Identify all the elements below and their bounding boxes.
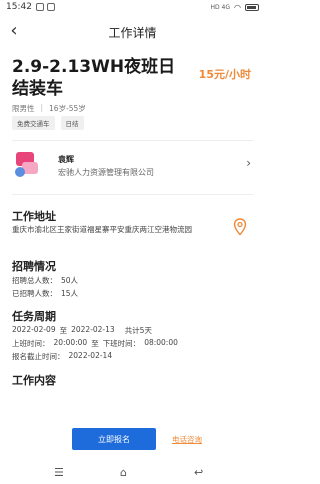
age-requirement: 16岁-55岁 [49, 104, 86, 113]
back-icon[interactable]: ↩ [194, 466, 203, 479]
period-start: 2022-02-09 [12, 325, 56, 334]
period-dates-row: 2022-02-09 至 2022-02-13 共计5天 [12, 325, 152, 336]
wifi-icon: ◠ [234, 3, 241, 12]
deadline-row: 报名截止时间： 2022-02-14 [12, 351, 112, 362]
home-icon[interactable]: ⌂ [120, 466, 127, 479]
divider [12, 140, 253, 141]
tag-item: 日结 [60, 116, 84, 130]
notification-icon [36, 3, 44, 11]
chevron-right-icon: › [246, 156, 251, 170]
company-card[interactable]: 袁辉 宏驰人力资源管理有限公司 › [12, 148, 253, 184]
divider [12, 194, 253, 195]
page-title: 工作详情 [108, 26, 157, 40]
period-to: 至 [91, 339, 99, 348]
job-requirements: 限男性 | 16岁-55岁 [12, 103, 86, 114]
system-nav-bar: ☰ ⌂ ↩ [0, 462, 265, 484]
location-pin-icon[interactable] [233, 218, 247, 236]
status-time: 15:42 [6, 2, 32, 12]
period-heading: 任务周期 [12, 310, 56, 323]
job-salary: 15元/小时 [198, 68, 251, 81]
on-time-value: 20:00:00 [53, 338, 88, 347]
on-time-label: 上班时间： [12, 339, 50, 348]
work-address-heading: 工作地址 [12, 210, 56, 223]
company-short-name: 袁辉 [58, 155, 74, 164]
period-end: 2022-02-13 [71, 325, 115, 334]
recruitment-heading: 招聘情况 [12, 260, 56, 273]
image-icon [47, 3, 55, 11]
phone-consult-link[interactable]: 电话咨询 [172, 434, 202, 445]
content-heading: 工作内容 [12, 374, 56, 387]
deadline-value: 2022-02-14 [68, 351, 113, 360]
period-days: 共计5天 [124, 326, 152, 335]
requirement-separator: | [40, 103, 44, 112]
apply-button[interactable]: 立即报名 [72, 428, 156, 450]
status-left-icons [36, 3, 55, 11]
recruit-total-row: 招聘总人数： 50人 [12, 275, 78, 286]
job-tags: 免费交通车 日结 [12, 116, 84, 130]
recruit-hired-row: 已招聘人数： 15人 [12, 288, 78, 299]
recruit-total-value: 50人 [61, 276, 79, 285]
recruit-hired-value: 15人 [61, 289, 79, 298]
period-to: 至 [59, 326, 68, 335]
status-bar: 15:42 HD 4G ◠ [0, 0, 265, 16]
company-full-name: 宏驰人力资源管理有限公司 [58, 168, 154, 177]
recruit-total-label: 招聘总人数： [12, 276, 57, 285]
off-time-label: 下班时间： [102, 339, 141, 348]
battery-icon [245, 4, 259, 11]
recruit-hired-label: 已招聘人数： [12, 289, 57, 298]
job-title: 2.9-2.13WH夜班日结装车 [12, 57, 176, 99]
off-time-value: 08:00:00 [144, 338, 178, 347]
network-label: HD 4G [210, 3, 231, 11]
gender-requirement: 限男性 [12, 104, 35, 113]
company-logo [15, 152, 38, 177]
period-time-row: 上班时间： 20:00:00 至 下班时间： 08:00:00 [12, 338, 178, 349]
work-address-text: 重庆市渝北区王家街道福星寨平安重庆两江空港物流园 [12, 225, 192, 234]
deadline-label: 报名截止时间： [12, 352, 65, 361]
status-right-icons: HD 4G ◠ [210, 3, 259, 12]
tag-item: 免费交通车 [12, 116, 55, 130]
nav-bar: ‹ 工作详情 [0, 20, 265, 44]
menu-icon[interactable]: ☰ [54, 466, 64, 479]
bottom-action-bar: 立即报名 电话咨询 [0, 426, 265, 454]
